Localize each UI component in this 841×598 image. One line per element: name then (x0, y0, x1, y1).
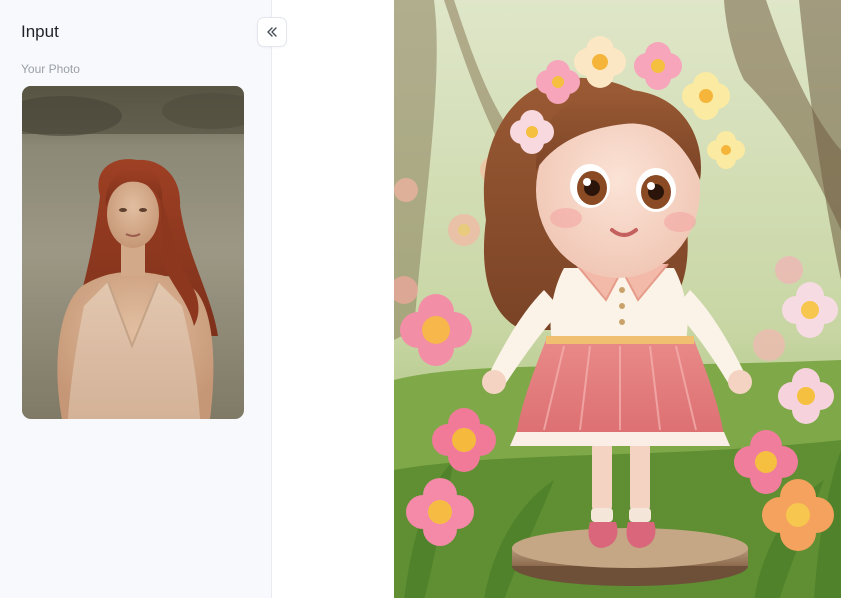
your-photo-label: Your Photo (21, 62, 80, 76)
input-panel: Input Your Photo (0, 0, 272, 598)
panel-title: Input (21, 22, 59, 41)
result-image[interactable] (394, 0, 841, 598)
input-photo[interactable] (22, 86, 244, 419)
collapse-panel-button[interactable] (257, 17, 287, 47)
double-chevron-left-icon (266, 26, 278, 38)
spacer (272, 0, 394, 598)
